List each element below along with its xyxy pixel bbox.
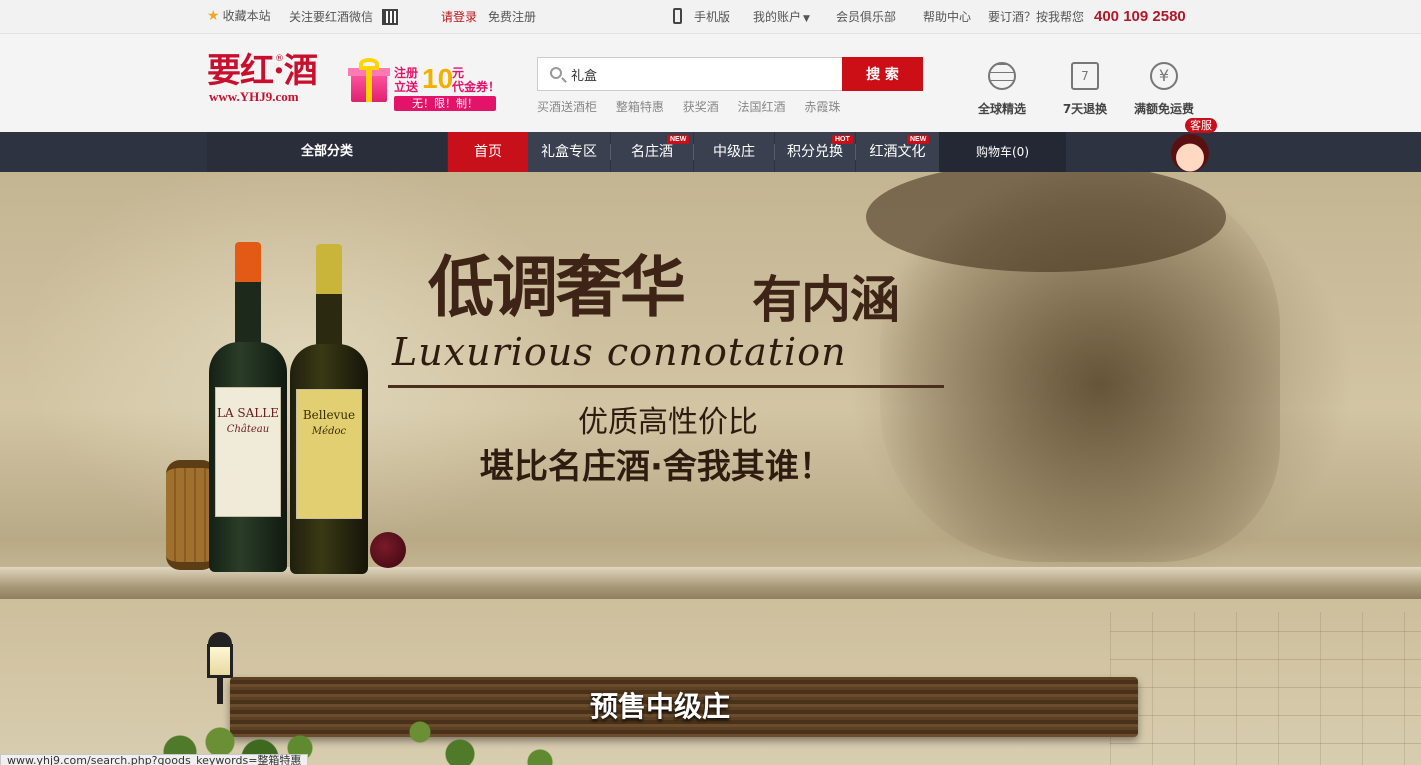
account-menu[interactable]: 我的账户 ▼ — [753, 10, 810, 26]
nav-item-label: 积分兑换 — [787, 144, 843, 160]
calendar-icon: 7 — [1071, 62, 1099, 90]
nav-item-famous-chateau[interactable]: 名庄酒 NEW — [611, 132, 693, 172]
promo-line1: 注册 — [394, 66, 419, 80]
feature-label: 7天退换 — [1062, 102, 1108, 116]
nav-item-gift-box[interactable]: 礼盒专区 — [528, 132, 610, 172]
banner-tagline: 堪比名庄酒·舍我其谁！ — [480, 447, 833, 487]
bottle-label-title: Bellevue — [302, 408, 356, 422]
logo-url: www.YHJ9.com — [209, 89, 299, 104]
all-categories-menu[interactable]: 全部分类 — [207, 132, 447, 172]
hotword-link[interactable]: 整箱特惠 — [616, 100, 664, 114]
promo-line3: 元 — [452, 66, 465, 80]
new-badge: NEW — [907, 135, 930, 144]
favorite-link[interactable]: ★ 收藏本站 — [207, 9, 271, 23]
yen-icon: ¥ — [1150, 62, 1178, 90]
banner-figure — [880, 172, 1280, 562]
customer-service-button[interactable]: 客服 — [1165, 118, 1221, 172]
nav-item-home[interactable]: 首页 — [448, 132, 528, 172]
account-label: 我的账户 — [753, 10, 802, 24]
search-bar: 搜 索 — [537, 57, 923, 91]
site-logo[interactable]: 要红·酒 ® www.YHJ9.com — [207, 51, 318, 104]
hotword-link[interactable]: 法国红酒 — [738, 100, 786, 114]
chevron-down-icon: ▼ — [803, 14, 810, 24]
promo-line2: 立送 — [394, 80, 419, 94]
promo-amount: 10 — [422, 63, 454, 94]
help-link[interactable]: 帮助中心 — [923, 10, 971, 24]
nav-item-points-exchange[interactable]: 积分兑换 HOT — [775, 132, 855, 172]
hero-banner[interactable]: LA SALLE Château Bellevue Médoc 低调奢华 有内涵… — [0, 172, 1421, 765]
search-input[interactable] — [571, 58, 841, 90]
search-button[interactable]: 搜 索 — [842, 57, 923, 91]
mobile-link[interactable]: 手机版 — [694, 10, 730, 24]
hot-badge: HOT — [832, 135, 853, 144]
search-icon — [550, 67, 562, 79]
hot-keywords: 买酒送酒柜 整箱特惠 获奖酒 法国红酒 赤霞珠 — [537, 98, 855, 115]
main-nav: 全部分类 首页 礼盒专区 名庄酒 NEW 中级庄 积分兑换 HOT 红酒文化 NEW … — [0, 118, 1421, 172]
gift-icon[interactable] — [348, 58, 390, 104]
grapes-image — [370, 532, 406, 568]
brick-wall — [1110, 612, 1421, 765]
banner-english-title: Luxurious connotation — [392, 330, 847, 374]
banner-headline: 低调奢华 — [428, 249, 686, 326]
register-promo[interactable]: 注册 立送 10 元 代金券！ 无！限！制！ — [394, 64, 502, 112]
promo-line4: 代金券！ — [452, 80, 501, 94]
login-link[interactable]: 请登录 — [441, 10, 477, 24]
club-link[interactable]: 会员俱乐部 — [836, 10, 896, 24]
promo-tag: 无！限！制！ — [394, 96, 496, 111]
registered-mark: ® — [275, 54, 284, 64]
hotword-link[interactable]: 获奖酒 — [683, 100, 719, 114]
feature-free-shipping[interactable]: ¥ 满额免运费 — [1129, 62, 1199, 117]
order-hint: 要订酒？按我帮您 — [988, 10, 1085, 24]
search-box — [537, 57, 843, 91]
nav-item-cru-bourgeois[interactable]: 中级庄 — [694, 132, 774, 172]
globe-icon — [988, 62, 1016, 90]
nav-item-label: 红酒文化 — [869, 144, 926, 160]
bottle-label-sub: Château — [226, 424, 270, 435]
star-icon: ★ — [207, 8, 220, 24]
bottle-label: LA SALLE Château — [215, 387, 281, 517]
bottle-label-sub: Médoc — [311, 426, 347, 437]
service-label: 客服 — [1185, 118, 1217, 133]
bottle-label-title: LA SALLE — [216, 406, 280, 420]
nav-item-label: 名庄酒 — [631, 144, 673, 160]
banner-subtitle: 优质高性价比 — [578, 405, 758, 440]
wechat-link[interactable]: 关注要红酒微信 — [289, 10, 373, 24]
top-bar: ★ 收藏本站 关注要红酒微信 请登录 免费注册 手机版 我的账户 ▼ 会员俱乐部 帮… — [0, 0, 1421, 34]
favorite-label: 收藏本站 — [222, 9, 271, 23]
cart-button[interactable]: 购物车(0) — [939, 132, 1066, 172]
phone-icon — [673, 8, 682, 24]
feature-label: 全球精选 — [977, 102, 1026, 116]
service-avatar — [1171, 134, 1209, 172]
hotline-number: 400 109 2580 — [1094, 8, 1186, 25]
banner-divider — [388, 385, 944, 388]
register-link[interactable]: 免费注册 — [488, 10, 536, 24]
browser-status-bar: www.yhj9.com/search.php?goods_keywords=整… — [0, 754, 309, 765]
feature-global[interactable]: 全球精选 — [967, 62, 1037, 117]
banner-headline-suffix: 有内涵 — [752, 271, 900, 329]
feature-label: 满额免运费 — [1133, 102, 1194, 116]
bottle-label: Bellevue Médoc — [296, 389, 362, 519]
feature-return[interactable]: 7 7天退换 — [1050, 62, 1120, 117]
hotword-link[interactable]: 赤霞珠 — [804, 100, 840, 114]
hotword-link[interactable]: 买酒送酒柜 — [537, 100, 597, 114]
qr-code-icon[interactable] — [382, 9, 398, 25]
nav-item-wine-culture[interactable]: 红酒文化 NEW — [856, 132, 939, 172]
new-badge: NEW — [667, 135, 690, 144]
logo-text: 要红·酒 — [207, 51, 318, 91]
